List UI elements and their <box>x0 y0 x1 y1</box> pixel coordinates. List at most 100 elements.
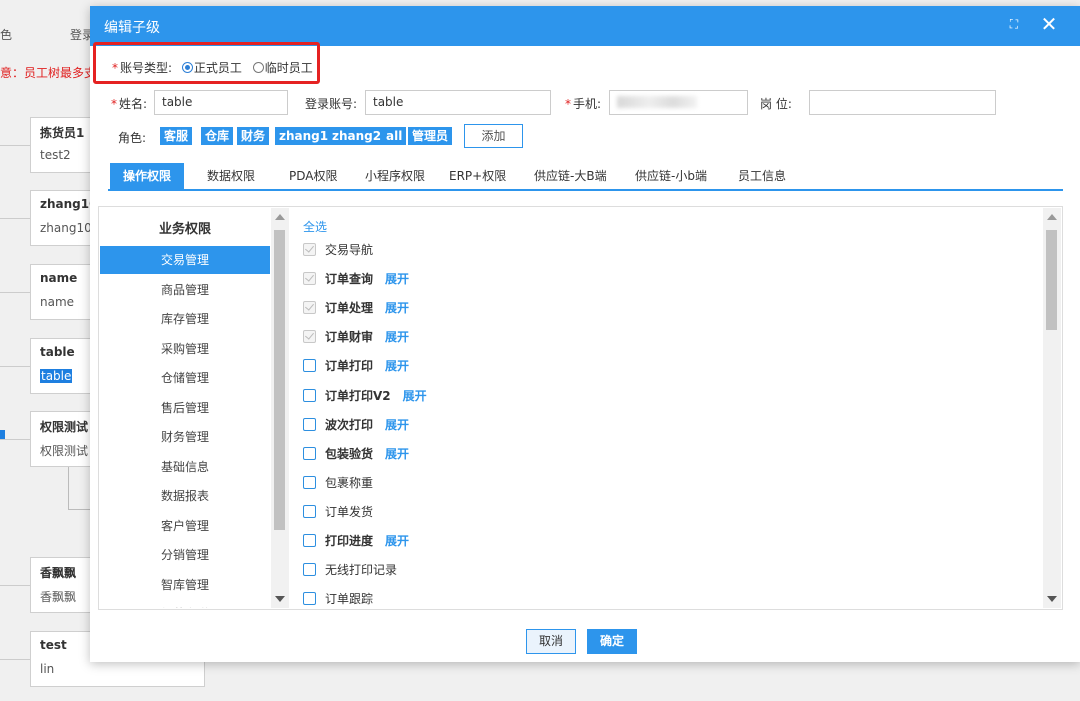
left-menu-item[interactable]: 交易管理 <box>100 246 270 274</box>
tab-4[interactable]: ERP+权限 <box>449 163 506 189</box>
expand-link[interactable]: 展开 <box>385 359 409 373</box>
left-menu-item[interactable]: 基础信息 <box>100 453 270 481</box>
permission-checkbox[interactable] <box>303 504 316 518</box>
permission-checkbox[interactable] <box>303 592 316 606</box>
edit-child-dialog: 编辑子级 ⛶ ✕ * 账号类型: 正式员工 临时员工 * 姓名: table 登录账… <box>90 6 1080 662</box>
permission-row: 包裹称重 <box>303 473 373 493</box>
scroll-up-icon[interactable] <box>1047 214 1057 220</box>
permission-row: 订单打印V2 展开 <box>303 386 427 406</box>
dialog-header: 编辑子级 ⛶ ✕ <box>90 6 1080 46</box>
permission-row: 订单打印 展开 <box>303 356 409 376</box>
left-scroll-thumb[interactable] <box>274 230 285 530</box>
permission-checkbox[interactable] <box>303 475 316 489</box>
left-menu-item[interactable]: 财务管理 <box>100 423 270 451</box>
permission-checkbox[interactable] <box>303 388 316 402</box>
scroll-up-icon[interactable] <box>275 214 285 220</box>
left-menu-item[interactable]: 库存管理 <box>100 305 270 333</box>
login-account-label: 登录账号: <box>305 97 358 111</box>
expand-link[interactable]: 展开 <box>403 389 427 403</box>
role-tag[interactable]: 客服 <box>160 127 193 145</box>
cancel-button[interactable]: 取消 <box>526 629 576 654</box>
role-tag[interactable]: 仓库 <box>201 127 234 145</box>
phone-input[interactable] <box>609 90 748 115</box>
left-menu-item[interactable]: 数据报表 <box>100 482 270 510</box>
left-menu-item[interactable]: 经营参谋 <box>100 600 270 608</box>
bg-card-title: 权限测试 <box>40 420 89 434</box>
tab-5[interactable]: 供应链-大B端 <box>534 163 607 189</box>
bg-tree-connector <box>0 218 30 219</box>
permission-checkbox[interactable] <box>303 446 316 460</box>
left-menu-item[interactable]: 智库管理 <box>100 571 270 599</box>
role-tag[interactable]: zhang2 <box>328 127 386 145</box>
right-scroll-thumb[interactable] <box>1046 230 1057 330</box>
left-menu-item[interactable]: 采购管理 <box>100 335 270 363</box>
expand-link[interactable]: 展开 <box>385 447 409 461</box>
business-permission-header: 业务权限 <box>158 222 211 237</box>
permission-checkbox[interactable] <box>303 417 316 431</box>
expand-link[interactable]: 展开 <box>385 330 409 344</box>
expand-link[interactable]: 展开 <box>385 301 409 315</box>
left-menu-item[interactable]: 商品管理 <box>100 276 270 304</box>
select-all-link[interactable]: 全选 <box>303 218 327 235</box>
position-input[interactable] <box>809 90 996 115</box>
bg-warning-text: 意：员工树最多支 <box>0 66 97 80</box>
tab-1[interactable]: 数据权限 <box>207 163 255 189</box>
permission-row: 订单跟踪 <box>303 589 373 608</box>
permission-tabs: 操作权限 数据权限 PDA权限 小程序权限 ERP+权限 供应链-大B端 供应链-小b端 员工… <box>108 156 1063 191</box>
permission-row: 交易导航 <box>303 240 373 260</box>
tab-0[interactable]: 操作权限 <box>110 163 185 189</box>
confirm-button[interactable]: 确定 <box>587 629 637 654</box>
left-menu-item[interactable]: 分销管理 <box>100 541 270 569</box>
role-tag[interactable]: all <box>382 127 407 145</box>
radio-temp-staff[interactable]: 临时员工 <box>252 61 313 75</box>
right-scrollbar[interactable] <box>1043 208 1061 608</box>
permission-label: 包装验货 <box>325 446 374 461</box>
permission-row: 订单发货 <box>303 502 373 522</box>
expand-link[interactable]: 展开 <box>385 272 409 286</box>
bg-card-title: test <box>40 638 67 652</box>
role-tag[interactable]: 管理员 <box>408 127 453 145</box>
redacted-phone <box>617 96 697 108</box>
close-icon[interactable]: ✕ <box>1040 14 1058 34</box>
permission-checkbox[interactable] <box>303 563 316 577</box>
left-menu-item[interactable]: 仓储管理 <box>100 364 270 392</box>
tab-7[interactable]: 员工信息 <box>738 163 786 189</box>
permission-checkbox[interactable] <box>303 534 316 547</box>
radio-temp-staff-label: 临时员工 <box>264 61 313 75</box>
permission-checkbox[interactable] <box>303 359 316 373</box>
name-label: * 姓名: <box>111 97 148 111</box>
left-menu-item[interactable]: 客户管理 <box>100 512 270 540</box>
permission-checkbox <box>303 272 316 286</box>
bg-card-title: table <box>40 345 75 359</box>
bg-card-subtitle: name <box>40 295 75 309</box>
add-role-button[interactable]: 添加 <box>464 124 523 148</box>
maximize-icon[interactable]: ⛶ <box>1006 16 1022 32</box>
permission-checkbox <box>303 301 316 315</box>
permission-row: 订单财审 展开 <box>303 327 409 347</box>
left-menu-item[interactable]: 售后管理 <box>100 394 270 422</box>
expand-link[interactable]: 展开 <box>385 534 409 548</box>
left-scrollbar[interactable] <box>271 208 289 608</box>
bg-card-title: name <box>40 271 78 285</box>
bg-column-role: 色 <box>0 28 13 42</box>
permission-row: 订单处理 展开 <box>303 298 409 318</box>
bg-card-subtitle: 权限测试 <box>40 444 89 458</box>
permission-row: 波次打印 展开 <box>303 415 409 435</box>
permission-panel: 业务权限 交易管理 商品管理 库存管理 采购管理 仓储管理 售后管理 财务管理 基础信息 数据报… <box>98 206 1063 610</box>
name-input[interactable]: table <box>154 90 288 115</box>
tab-2[interactable]: PDA权限 <box>289 163 337 189</box>
permission-label: 订单打印 <box>325 359 374 374</box>
login-account-input[interactable]: table <box>365 90 551 115</box>
scroll-down-icon[interactable] <box>275 596 285 602</box>
role-tag[interactable]: zhang1 <box>275 127 333 145</box>
business-permission-list: 业务权限 交易管理 商品管理 库存管理 采购管理 仓储管理 售后管理 财务管理 基础信息 数据报… <box>100 208 270 608</box>
role-label: 角色: <box>118 131 147 145</box>
tab-6[interactable]: 供应链-小b端 <box>635 163 707 189</box>
radio-regular-staff[interactable]: 正式员工 <box>181 61 242 75</box>
bg-card-subtitle: test2 <box>40 148 71 162</box>
bg-tree-connector <box>0 439 30 440</box>
tab-3[interactable]: 小程序权限 <box>365 163 425 189</box>
expand-link[interactable]: 展开 <box>385 418 409 432</box>
role-tag[interactable]: 财务 <box>237 127 270 145</box>
scroll-down-icon[interactable] <box>1047 596 1057 602</box>
